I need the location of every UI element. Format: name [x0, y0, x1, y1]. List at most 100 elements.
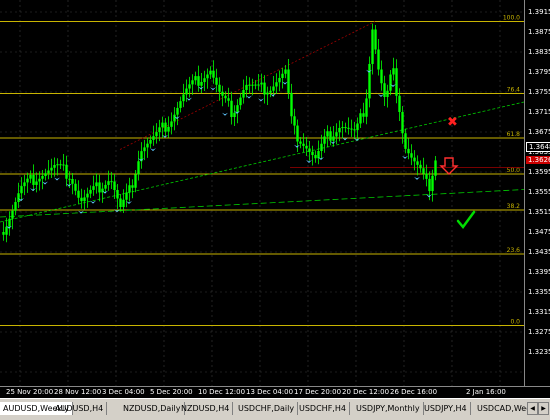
fractal-down-icon	[210, 87, 216, 91]
cross-mark-icon: ✖	[447, 115, 458, 130]
time-tick-label: 3 Dec 04:00	[102, 388, 145, 396]
candle-body	[62, 164, 65, 166]
candle-body	[44, 173, 47, 176]
candle-body	[215, 77, 218, 85]
candle-body	[137, 161, 140, 175]
candle-body	[419, 164, 422, 169]
candle-body	[257, 84, 260, 86]
candle-body	[428, 178, 431, 192]
price-tick-label: 1.3355	[528, 288, 550, 296]
candle-body	[236, 105, 239, 113]
candle-body	[68, 178, 71, 180]
fib-level-label: 61.8	[507, 131, 521, 138]
candle-body	[209, 70, 212, 75]
fractal-down-icon	[426, 194, 432, 198]
price-axis: 1.3915 1.3875 1.3835 1.3795 1.3755 1.3715 1.36…	[524, 0, 550, 386]
candle-body	[23, 182, 26, 187]
current-price-badge: 1.3648	[526, 141, 550, 152]
candle-body	[293, 116, 296, 126]
scroll-left-icon[interactable]: ◀	[527, 402, 538, 415]
candle-body	[242, 89, 245, 98]
price-tick-label: 1.3235	[528, 348, 550, 356]
check-mark-icon	[456, 210, 476, 230]
candle-body	[383, 83, 386, 97]
candle-body	[314, 155, 317, 159]
candle-body	[245, 84, 248, 90]
candle-body	[143, 147, 146, 152]
candle-body	[377, 49, 380, 70]
candle-body	[149, 139, 152, 144]
candle-body	[47, 170, 50, 174]
price-tick-label: 1.3795	[528, 68, 550, 76]
scroll-right-icon[interactable]: ▶	[538, 402, 549, 415]
candle-body	[227, 98, 230, 101]
candle-body	[203, 78, 206, 82]
candle-body	[374, 29, 377, 50]
time-tick-label: 25 Nov 20:00	[6, 388, 54, 396]
down-arrow-icon	[439, 157, 459, 175]
price-tick-label: 1.3715	[528, 108, 550, 116]
fractal-down-icon	[414, 176, 420, 180]
chart-tab[interactable]: NZDUSD,H4	[178, 402, 234, 415]
candle-body	[92, 186, 95, 190]
candle-body	[278, 78, 281, 83]
candle-body	[134, 174, 137, 188]
time-tick-label: 2 Jan 16:00	[466, 388, 506, 396]
candle-body	[386, 90, 389, 97]
candle-body	[179, 101, 182, 108]
candle-body	[218, 84, 221, 92]
time-tick-label: 26 Dec 16:00	[390, 388, 438, 396]
candle-body	[233, 112, 236, 117]
chart-tab[interactable]: AUDUSD,H4	[52, 402, 108, 415]
candle-body	[14, 202, 17, 211]
candle-body	[407, 148, 410, 154]
candle-body	[2, 232, 5, 235]
candle-body	[347, 127, 350, 129]
price-tick-label: 1.3915	[528, 8, 550, 16]
candle-body	[368, 63, 371, 99]
candle-body	[98, 182, 101, 193]
price-tick-label: 1.3475	[528, 228, 550, 236]
candle-body	[281, 73, 284, 78]
fractal-down-icon	[90, 200, 96, 204]
candle-body	[53, 165, 56, 168]
price-tick-label: 1.3315	[528, 308, 550, 316]
candle-body	[113, 181, 116, 190]
price-tick-label: 1.3275	[528, 328, 550, 336]
price-chart[interactable]: 100.0 76.4 61.8 50.0 38.2 23.6 0.0 ✖	[0, 0, 524, 386]
chart-tab[interactable]: USDCHF,Daily	[235, 402, 299, 415]
candle-body	[416, 161, 419, 165]
fractal-down-icon	[378, 94, 384, 97]
fractal-down-icon	[42, 181, 48, 185]
candle-body	[251, 84, 254, 86]
candle-body	[341, 127, 344, 129]
chart-tab[interactable]: NZDUSD,Daily	[120, 402, 185, 415]
candle-body	[107, 181, 110, 185]
candle-body	[425, 173, 428, 179]
candle-body	[389, 74, 392, 91]
chart-tab[interactable]: USDJPY,H4	[421, 402, 471, 415]
chart-tab[interactable]: USDCHF,H4	[296, 402, 350, 415]
candle-body	[86, 193, 89, 198]
candle-body	[200, 82, 203, 86]
candle-body	[332, 136, 335, 141]
candle-body	[152, 136, 155, 140]
candle-body	[260, 82, 263, 85]
candle-body	[392, 68, 395, 75]
candle-body	[104, 184, 107, 189]
chart-canvas[interactable]: 100.0 76.4 61.8 50.0 38.2 23.6 0.0 ✖	[0, 0, 524, 386]
candle-body	[317, 151, 320, 159]
candle-body	[344, 127, 347, 129]
candle-body	[308, 148, 311, 152]
candle-body	[224, 95, 227, 99]
candle-body	[164, 122, 167, 132]
candle-body	[173, 114, 176, 122]
candle-body	[50, 167, 53, 171]
fractal-down-icon	[402, 155, 408, 159]
candle-body	[404, 133, 407, 149]
bid-price-badge: 1.3626	[526, 155, 550, 164]
chart-tab[interactable]: USDJPY,Monthly	[353, 402, 424, 415]
candle-body	[320, 143, 323, 151]
candle-body	[161, 122, 164, 128]
candle-body	[194, 76, 197, 81]
